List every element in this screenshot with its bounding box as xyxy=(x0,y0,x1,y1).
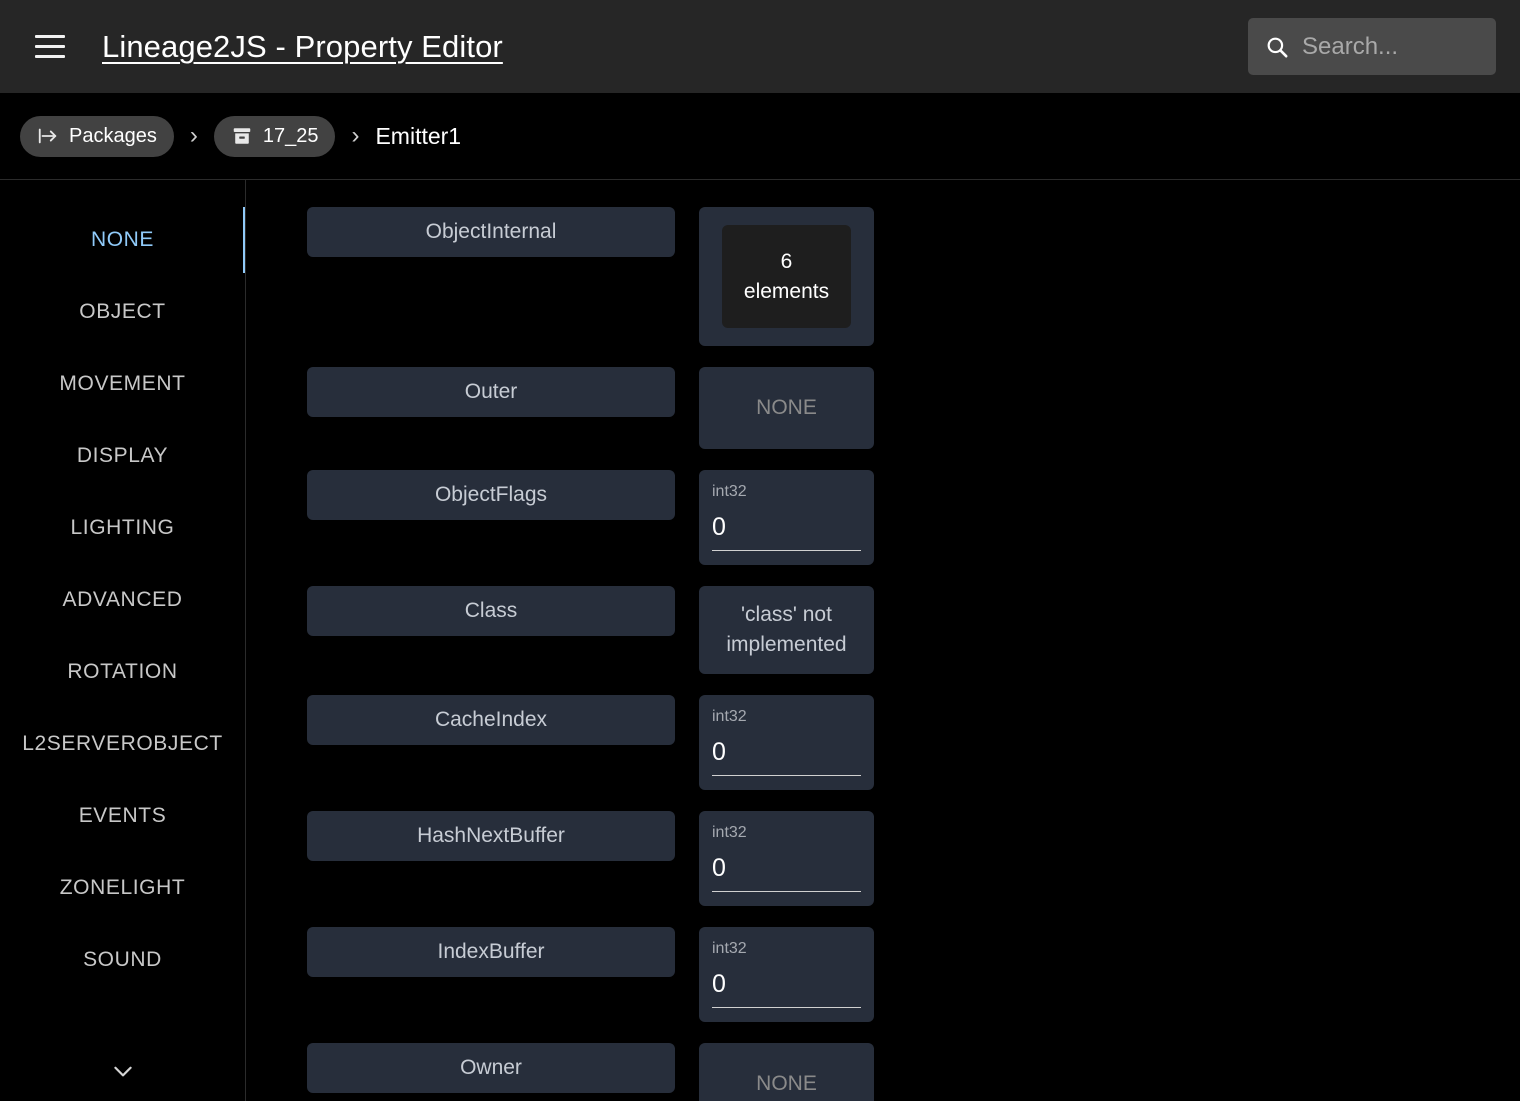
body: NONE OBJECT MOVEMENT DISPLAY LIGHTING AD… xyxy=(0,180,1520,1101)
sidebar-item-display[interactable]: DISPLAY xyxy=(0,420,245,492)
property-row: ObjectInternal 6 elements xyxy=(307,207,1520,346)
type-label-int32: int32 xyxy=(712,708,747,725)
property-name-owner[interactable]: Owner xyxy=(307,1043,675,1093)
search-input[interactable] xyxy=(1302,32,1480,61)
property-input-cacheindex[interactable] xyxy=(712,737,861,776)
breadcrumb-item-package[interactable]: 17_25 xyxy=(213,115,336,157)
sidebar-label-zonelight: ZONELIGHT xyxy=(59,876,186,899)
category-sidebar: NONE OBJECT MOVEMENT DISPLAY LIGHTING AD… xyxy=(0,180,246,1101)
property-value-objectinternal: 6 elements xyxy=(699,207,874,346)
sidebar-item-rotation[interactable]: ROTATION xyxy=(0,636,245,708)
breadcrumb: Packages › 17_25 › Emitter1 xyxy=(0,93,1520,180)
property-input-objectflags[interactable] xyxy=(712,512,861,551)
array-unit: elements xyxy=(743,279,830,303)
property-row: IndexBuffer int32 xyxy=(307,927,1520,1022)
property-list: ObjectInternal 6 elements Outer NONE Obj… xyxy=(246,180,1520,1101)
type-label-int32: int32 xyxy=(712,483,747,500)
chevron-down-icon xyxy=(113,1066,132,1077)
sidebar-label-none: NONE xyxy=(90,228,155,251)
menu-bar-2 xyxy=(35,45,65,48)
property-name-outer[interactable]: Outer xyxy=(307,367,675,417)
sidebar-item-l2serverobject[interactable]: L2SERVEROBJECT xyxy=(0,708,245,780)
property-row: CacheIndex int32 xyxy=(307,695,1520,790)
type-label-int32: int32 xyxy=(712,824,747,841)
breadcrumb-separator-1: › xyxy=(189,122,198,149)
search-icon xyxy=(1267,37,1288,58)
hamburger-menu-icon[interactable] xyxy=(26,23,74,71)
property-value-cacheindex: int32 xyxy=(699,695,874,790)
property-row: Class 'class' not implemented xyxy=(307,586,1520,674)
breadcrumb-separator-2: › xyxy=(351,122,360,149)
breadcrumb-item-current[interactable]: Emitter1 xyxy=(375,123,461,150)
property-name-class[interactable]: Class xyxy=(307,586,675,636)
property-name-hashnextbuffer[interactable]: HashNextBuffer xyxy=(307,811,675,861)
sidebar-label-object: OBJECT xyxy=(79,300,166,323)
sidebar-item-advanced[interactable]: ADVANCED xyxy=(0,564,245,636)
sidebar-label-lighting: LIGHTING xyxy=(70,516,175,539)
sidebar-item-object[interactable]: OBJECT xyxy=(0,276,245,348)
sidebar-item-movement[interactable]: MOVEMENT xyxy=(0,348,245,420)
property-row: Outer NONE xyxy=(307,367,1520,449)
sidebar-scroll-more-button[interactable] xyxy=(0,1041,245,1101)
input-arrow-icon xyxy=(38,128,57,144)
property-value-hashnextbuffer: int32 xyxy=(699,811,874,906)
sidebar-label-advanced: ADVANCED xyxy=(62,588,183,611)
property-editor-app: Lineage2JS - Property Editor Packages › xyxy=(0,0,1520,1101)
property-row: ObjectFlags int32 xyxy=(307,470,1520,565)
property-name-cacheindex[interactable]: CacheIndex xyxy=(307,695,675,745)
sidebar-label-sound: SOUND xyxy=(83,948,162,971)
menu-bar-3 xyxy=(35,55,65,58)
sidebar-item-events[interactable]: EVENTS xyxy=(0,780,245,852)
property-name-indexbuffer[interactable]: IndexBuffer xyxy=(307,927,675,977)
breadcrumb-label-package: 17_25 xyxy=(262,124,319,147)
sidebar-label-l2serverobject: L2SERVEROBJECT xyxy=(22,732,223,755)
menu-bar-1 xyxy=(35,35,65,38)
property-name-objectflags[interactable]: ObjectFlags xyxy=(307,470,675,520)
property-input-hashnextbuffer[interactable] xyxy=(712,853,861,892)
property-input-indexbuffer[interactable] xyxy=(712,969,861,1008)
type-label-int32: int32 xyxy=(712,940,747,957)
property-value-outer[interactable]: NONE xyxy=(699,367,874,449)
sidebar-item-lighting[interactable]: LIGHTING xyxy=(0,492,245,564)
property-name-objectinternal[interactable]: ObjectInternal xyxy=(307,207,675,257)
app-header: Lineage2JS - Property Editor xyxy=(0,0,1520,93)
sidebar-label-rotation: ROTATION xyxy=(67,660,178,683)
property-value-class: 'class' not implemented xyxy=(699,586,874,674)
sidebar-label-movement: MOVEMENT xyxy=(59,372,186,395)
breadcrumb-item-packages[interactable]: Packages xyxy=(20,115,174,157)
property-row: HashNextBuffer int32 xyxy=(307,811,1520,906)
sidebar-label-events: EVENTS xyxy=(78,804,167,827)
breadcrumb-label-packages: Packages xyxy=(69,124,157,147)
sidebar-item-sound[interactable]: SOUND xyxy=(0,924,245,996)
array-count: 6 xyxy=(780,249,793,273)
sidebar-label-display: DISPLAY xyxy=(76,444,169,467)
property-value-objectflags: int32 xyxy=(699,470,874,565)
array-elements-button[interactable]: 6 elements xyxy=(722,225,851,328)
property-row: Owner NONE xyxy=(307,1043,1520,1101)
property-value-indexbuffer: int32 xyxy=(699,927,874,1022)
search-box[interactable] xyxy=(1248,18,1496,75)
property-value-owner[interactable]: NONE xyxy=(699,1043,874,1101)
archive-box-icon xyxy=(233,128,251,144)
sidebar-item-none[interactable]: NONE xyxy=(0,204,245,276)
app-title[interactable]: Lineage2JS - Property Editor xyxy=(102,29,503,65)
sidebar-item-zonelight[interactable]: ZONELIGHT xyxy=(0,852,245,924)
